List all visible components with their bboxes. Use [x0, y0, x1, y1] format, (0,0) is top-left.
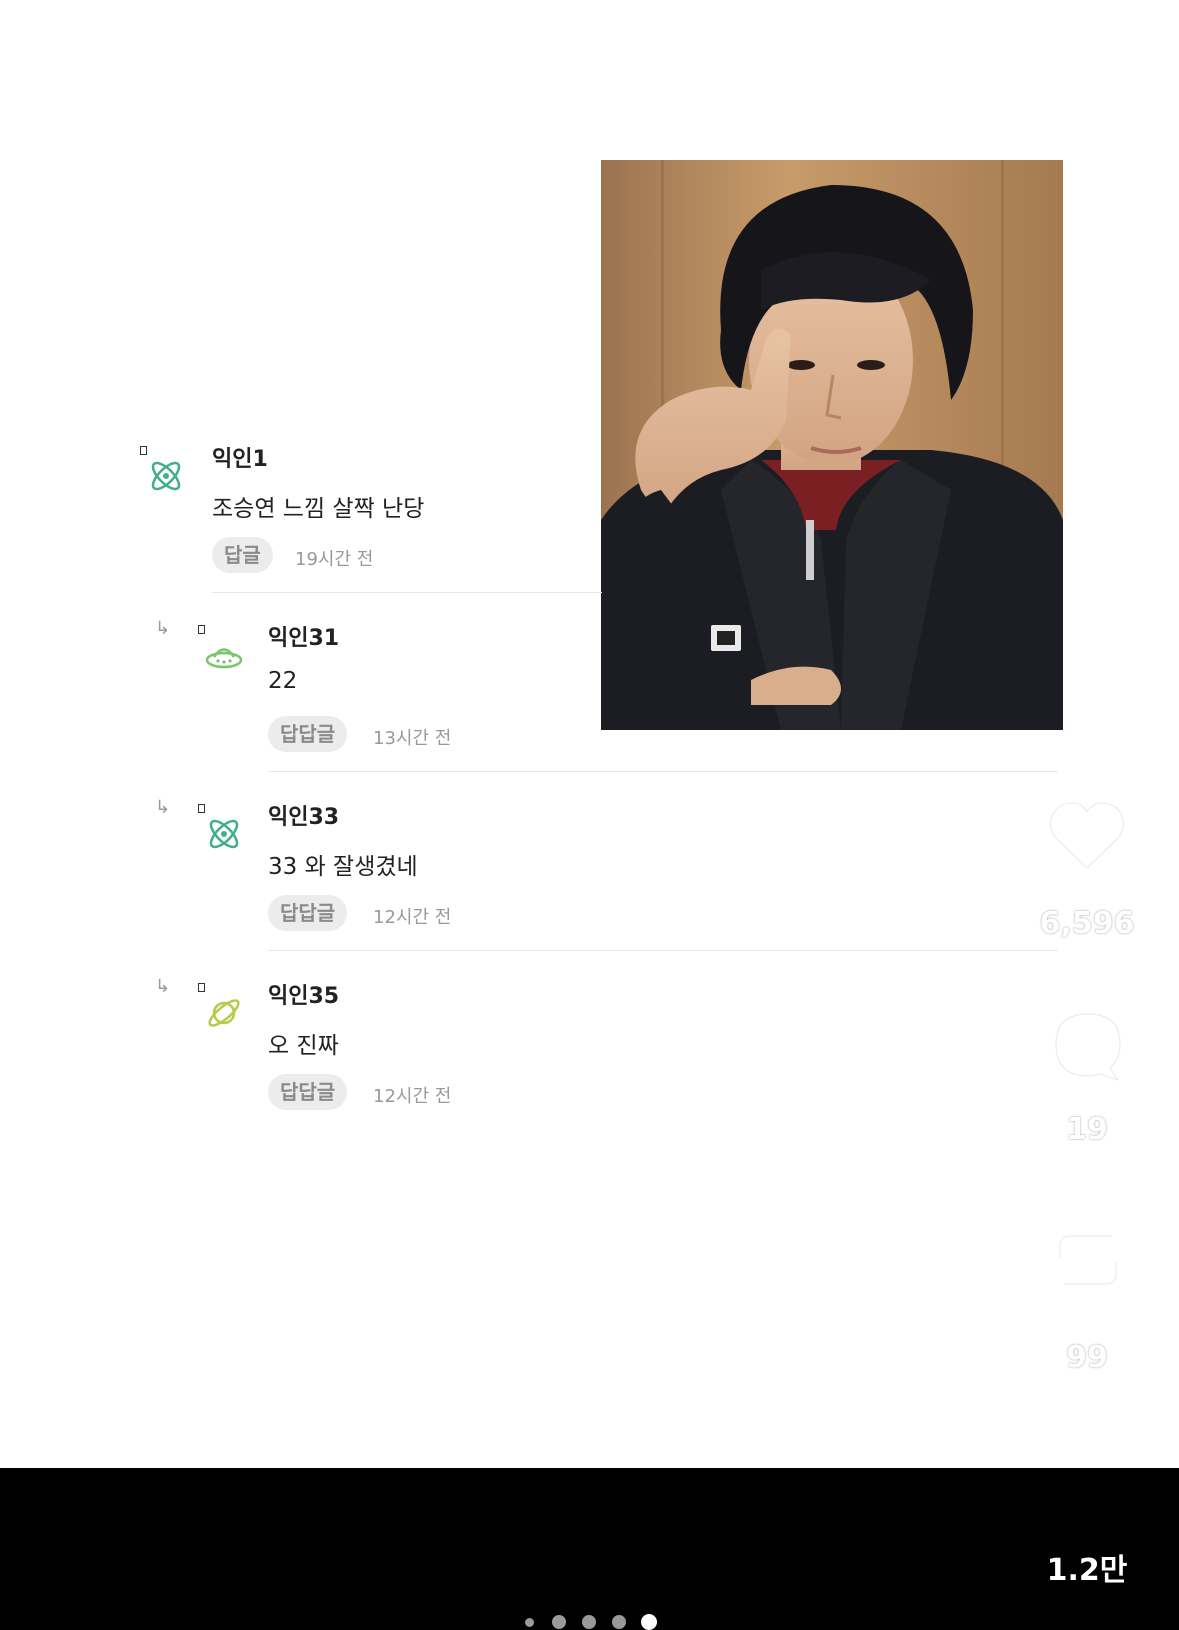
reply-button[interactable]: 답글	[212, 537, 273, 573]
ufo-icon	[205, 648, 243, 669]
comment-author[interactable]: 익인1	[212, 441, 268, 473]
comment-time: 19시간 전	[295, 549, 374, 570]
repost-count: 99	[1066, 1340, 1108, 1375]
carousel-dot[interactable]	[582, 1615, 596, 1629]
comment-text: 33 와 잘생겼네	[268, 854, 418, 880]
comment-text: 오 진짜	[268, 1033, 339, 1059]
comment-bubble-icon[interactable]	[1050, 1008, 1126, 1084]
atom-icon	[209, 819, 239, 849]
reply-button[interactable]: 답답글	[268, 716, 348, 752]
bookmark-icon	[140, 446, 147, 455]
comment-divider	[268, 771, 1058, 772]
reply-arrow-icon: ↳	[155, 976, 171, 997]
bookmark-icon	[198, 625, 205, 634]
heart-icon[interactable]	[1046, 798, 1128, 874]
person-selfie-image	[601, 160, 1063, 730]
post-canvas: 익인1 조승연 느낌 살짝 난당 답글 19시간 전 ↳ 익인31 22 답답글…	[0, 0, 1179, 1509]
reply-arrow-icon: ↳	[155, 797, 171, 818]
reply-arrow-icon: ↳	[155, 618, 171, 639]
carousel-dot[interactable]	[525, 1618, 534, 1627]
carousel-dot[interactable]	[552, 1615, 566, 1629]
comment-time: 13시간 전	[373, 728, 452, 749]
like-count: 6,596	[1039, 906, 1135, 941]
comment-count: 19	[1066, 1112, 1108, 1147]
bookmark-icon	[198, 983, 205, 992]
share-count: 1.2만	[1046, 1553, 1128, 1588]
reply-button[interactable]: 답답글	[268, 895, 348, 931]
comment-divider	[268, 950, 1058, 951]
atom-icon	[151, 461, 181, 491]
carousel-dot-active[interactable]	[641, 1614, 657, 1630]
bottom-bar	[0, 1468, 1179, 1630]
carousel-dot[interactable]	[612, 1615, 626, 1629]
bookmark-icon	[198, 804, 205, 813]
planet-icon	[208, 999, 240, 1027]
comment-text: 22	[268, 668, 298, 694]
comment-text: 조승연 느낌 살짝 난당	[212, 496, 425, 522]
comment-author[interactable]: 익인33	[268, 799, 339, 831]
comment-time: 12시간 전	[373, 1086, 452, 1107]
repost-icon[interactable]	[1052, 1218, 1124, 1302]
post-photo[interactable]	[601, 160, 1063, 730]
reply-button[interactable]: 답답글	[268, 1074, 348, 1110]
comment-author[interactable]: 익인35	[268, 978, 339, 1010]
comment-author[interactable]: 익인31	[268, 620, 339, 652]
comment-divider	[212, 592, 602, 593]
comment-time: 12시간 전	[373, 907, 452, 928]
